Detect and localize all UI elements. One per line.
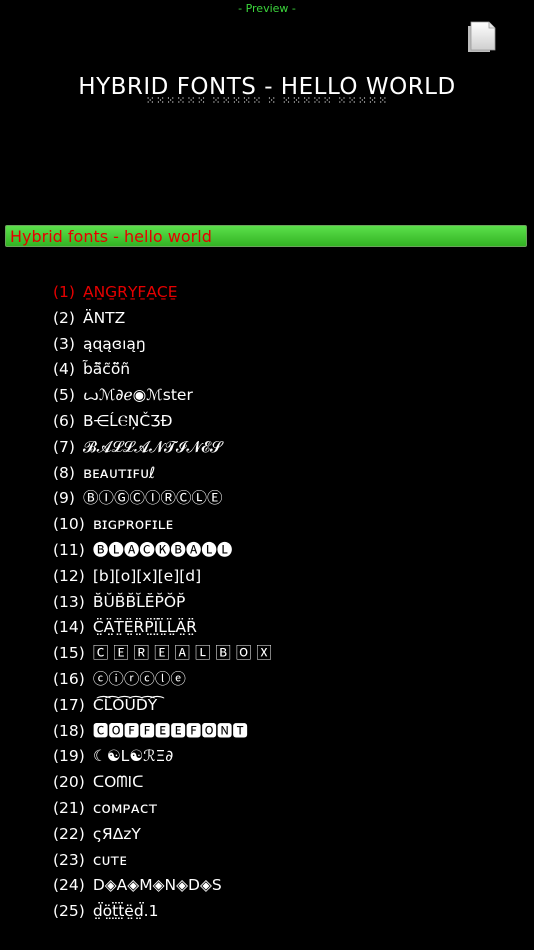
font-list-item[interactable]: (11) 🅑🅛🅐🅒🅚🅑🅐🅛🅛 (53, 538, 523, 564)
font-sample: 🅑🅛🅐🅒🅚🅑🅐🅛🅛 (92, 540, 233, 559)
font-index: (1) (53, 283, 75, 301)
font-list-item[interactable]: (1) A̱ṈG̱ṞY̱F̱A̱C̱E̱ (53, 280, 523, 306)
copy-icon[interactable] (465, 20, 497, 54)
font-list-item[interactable]: (24) D◈A◈M◈N◈D◈S (53, 873, 523, 899)
font-sample: ᴄᴏᴍᴘᴀᴄᴛ (92, 798, 158, 817)
font-sample: ʙᴇᴀᴜᴛɪꜰᴜℓ (82, 463, 156, 482)
font-index: (17) (53, 695, 85, 714)
font-list-item[interactable]: (14) C̤̈Ä̤T̤̈Ë̤R̤̈P̤̈Ï̤L̤̈L̤̈Ä̤R̤̈ (53, 615, 523, 641)
font-list-item[interactable]: (7) 𝓑𝓐𝓛𝓛𝓐𝓝𝓣𝓘𝓝𝓔𝓢 (53, 435, 523, 461)
font-sample: ąɋąɞıąŋ (82, 334, 146, 353)
font-index: (20) (53, 773, 85, 792)
font-list-item[interactable]: (19) ☾☯L☯ℛΞ∂ (53, 744, 523, 770)
font-index: (24) (53, 876, 85, 895)
font-index: (14) (53, 618, 85, 637)
font-index: (9) (53, 489, 75, 508)
font-list-item[interactable]: (10) ʙɪɢᴘʀᴏꜰɪʟᴇ (53, 512, 523, 538)
font-sample: ☾☯L☯ℛΞ∂ (92, 747, 174, 766)
font-sample: ᴄᴜᴛᴇ (92, 850, 127, 869)
font-index: (10) (53, 515, 85, 534)
font-list-item[interactable]: (3) ąɋąɞıąŋ (53, 332, 523, 358)
font-list-item[interactable]: (4) b̃ã̃c̃õ̃ñ (53, 357, 523, 383)
font-index: (6) (53, 411, 75, 430)
font-sample: [b][o][x][e][d] (92, 566, 202, 585)
font-sample: ςЯΔzΥ (92, 824, 141, 843)
font-index: (8) (53, 463, 75, 482)
font-sample: B̆ŬB̆B̆L̆ĔP̆ŎP̆ (92, 592, 186, 611)
font-index: (22) (53, 824, 85, 843)
font-index: (13) (53, 592, 85, 611)
font-list-item[interactable]: (16) ⓒⓘⓡⓒⓛⓔ (53, 667, 523, 693)
font-index: (3) (53, 334, 75, 353)
font-list-item[interactable]: (18) 🅲🅾🅵🅵🅴🅴🅵🅾🅽🆃 (53, 719, 523, 745)
font-sample: 🅲🅾🅵🅵🅴🅴🅵🅾🅽🆃 (92, 721, 248, 740)
font-index: (19) (53, 747, 85, 766)
font-sample: 🄲 🄴 🅁 🄴 🄰 🄻 🄱 🄾 🅇 (92, 644, 272, 663)
font-list-item[interactable]: (6) B⋲ĹⲈŅČƷÐ (53, 409, 523, 435)
font-sample: ʙɪɢᴘʀᴏꜰɪʟᴇ (92, 515, 174, 534)
font-index: (16) (53, 669, 85, 688)
font-list-item[interactable]: (25) d̤̈ö̤ẗ̤ẗ̤ë̤d̤̈.1 (53, 899, 523, 925)
font-list-item[interactable]: (21) ᴄᴏᴍᴘᴀᴄᴛ (53, 796, 523, 822)
font-index: (23) (53, 850, 85, 869)
font-sample: D◈A◈M◈N◈D◈S (92, 876, 222, 895)
font-index: (4) (53, 360, 75, 379)
font-list-item[interactable]: (13) B̆ŬB̆B̆L̆ĔP̆ŎP̆ (53, 590, 523, 616)
font-sample: b̃ã̃c̃õ̃ñ (82, 360, 131, 379)
font-list-item[interactable]: (15) 🄲 🄴 🅁 🄴 🄰 🄻 🄱 🄾 🅇 (53, 641, 523, 667)
font-sample: ⒷⒾⒼⒸⒾⓇⒸⓁⒺ (82, 489, 223, 508)
font-sample: ⓒⓘⓡⓒⓛⓔ (92, 669, 186, 688)
font-index: (25) (53, 902, 85, 921)
font-sample: ꙍℳ∂ℯ◉ℳster (82, 386, 193, 405)
font-list: (1) A̱ṈG̱ṞY̱F̱A̱C̱E̱ (2) ÄNTZ (3) ąɋąɞıąŋ (4) b… (53, 280, 523, 925)
preview-output: HYBRID FONTS - HELLO WORLD ⁙⁙⁙⁙⁙⁙ ⁙⁙⁙⁙⁙ … (0, 72, 534, 106)
font-list-item[interactable]: (12) [b][o][x][e][d] (53, 564, 523, 590)
font-sample: ÄNTZ (82, 308, 126, 327)
font-list-item[interactable]: (17) C͡L͡O͡U͡D͡Y͡ (53, 693, 523, 719)
font-sample: C̤̈Ä̤T̤̈Ë̤R̤̈P̤̈Ï̤L̤̈L̤̈Ä̤R̤̈ (92, 618, 197, 637)
font-index: (5) (53, 386, 75, 405)
font-sample: B⋲ĹⲈŅČƷÐ (82, 411, 173, 430)
font-sample: C͡L͡O͡U͡D͡Y͡ (92, 695, 158, 714)
font-list-item[interactable]: (8) ʙᴇᴀᴜᴛɪꜰᴜℓ (53, 461, 523, 487)
font-list-item[interactable]: (22) ςЯΔzΥ (53, 822, 523, 848)
font-index: (11) (53, 540, 85, 559)
font-index: (7) (53, 437, 75, 456)
font-list-item[interactable]: (5) ꙍℳ∂ℯ◉ℳster (53, 383, 523, 409)
font-list-item[interactable]: (20) ᑕOᗰIᑕ (53, 770, 523, 796)
font-index: (18) (53, 721, 85, 740)
font-sample: 𝓑𝓐𝓛𝓛𝓐𝓝𝓣𝓘𝓝𝓔𝓢 (82, 437, 223, 456)
font-index: (2) (53, 308, 75, 327)
font-list-item[interactable]: (23) ᴄᴜᴛᴇ (53, 848, 523, 874)
preview-label: - Preview - (238, 2, 296, 15)
font-index: (15) (53, 644, 85, 663)
text-input[interactable]: Hybrid fonts - hello world (5, 225, 527, 247)
font-list-item[interactable]: (2) ÄNTZ (53, 306, 523, 332)
font-index: (21) (53, 798, 85, 817)
font-list-item[interactable]: (9) ⒷⒾⒼⒸⒾⓇⒸⓁⒺ (53, 486, 523, 512)
font-sample: ᑕOᗰIᑕ (92, 773, 144, 792)
font-sample: A̱ṈG̱ṞY̱F̱A̱C̱E̱ (82, 283, 178, 301)
font-sample: d̤̈ö̤ẗ̤ẗ̤ë̤d̤̈.1 (92, 902, 159, 921)
font-index: (12) (53, 566, 85, 585)
